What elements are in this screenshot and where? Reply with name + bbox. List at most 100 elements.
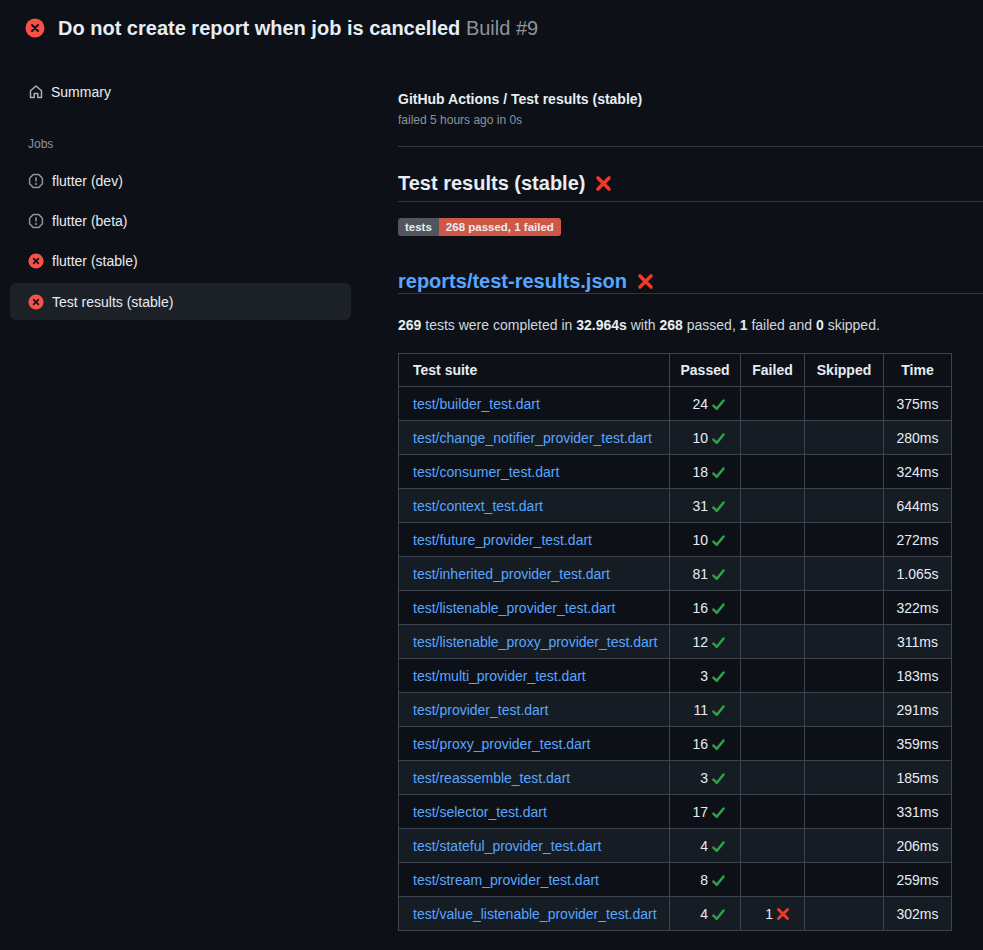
check-icon xyxy=(711,703,726,718)
test-suite-link[interactable]: test/listenable_proxy_provider_test.dart xyxy=(413,634,657,650)
test-suite-link[interactable]: test/selector_test.dart xyxy=(413,804,547,820)
check-icon xyxy=(711,805,726,820)
run-breadcrumb: GitHub Actions / Test results (stable) xyxy=(398,90,983,108)
cell-time: 183ms xyxy=(884,659,952,693)
test-suite-link[interactable]: test/inherited_provider_test.dart xyxy=(413,566,610,582)
sidebar-item-summary[interactable]: Summary xyxy=(10,77,351,107)
check-icon xyxy=(711,397,726,412)
test-suite-row: test/selector_test.dart17331ms xyxy=(399,795,952,829)
test-suite-link[interactable]: test/provider_test.dart xyxy=(413,702,548,718)
test-suite-link[interactable]: test/multi_provider_test.dart xyxy=(413,668,586,684)
cell-skipped xyxy=(805,659,884,693)
test-suite-link[interactable]: test/reassemble_test.dart xyxy=(413,770,570,786)
cell-passed: 16 xyxy=(670,727,741,761)
badge-value: 268 passed, 1 failed xyxy=(439,218,561,236)
build-number: Build #9 xyxy=(466,17,538,39)
test-suite-link[interactable]: test/consumer_test.dart xyxy=(413,464,559,480)
test-suite-link[interactable]: test/stream_provider_test.dart xyxy=(413,872,599,888)
cell-test-suite: test/builder_test.dart xyxy=(399,387,670,421)
home-icon xyxy=(28,84,44,100)
job-label: Test results (stable) xyxy=(52,294,173,310)
test-suite-row: test/consumer_test.dart18324ms xyxy=(399,455,952,489)
cell-test-suite: test/consumer_test.dart xyxy=(399,455,670,489)
cell-test-suite: test/change_notifier_provider_test.dart xyxy=(399,421,670,455)
cell-passed: 12 xyxy=(670,625,741,659)
test-suite-row: test/builder_test.dart24375ms xyxy=(399,387,952,421)
cell-time: 185ms xyxy=(884,761,952,795)
divider xyxy=(398,146,983,147)
cell-time: 331ms xyxy=(884,795,952,829)
cell-failed xyxy=(741,387,805,421)
test-suite-link[interactable]: test/value_listenable_provider_test.dart xyxy=(413,906,657,922)
cell-skipped xyxy=(805,693,884,727)
cell-test-suite: test/selector_test.dart xyxy=(399,795,670,829)
cell-passed: 81 xyxy=(670,557,741,591)
cell-skipped xyxy=(805,863,884,897)
test-suite-link[interactable]: test/stateful_provider_test.dart xyxy=(413,838,601,854)
test-suite-row: test/listenable_provider_test.dart16322m… xyxy=(399,591,952,625)
cell-time: 206ms xyxy=(884,829,952,863)
test-suite-link[interactable]: test/proxy_provider_test.dart xyxy=(413,736,590,752)
cell-passed: 4 xyxy=(670,829,741,863)
test-suite-link[interactable]: test/context_test.dart xyxy=(413,498,543,514)
job-label: flutter (stable) xyxy=(52,253,138,269)
check-icon xyxy=(711,907,726,922)
cell-failed: 1 xyxy=(741,897,805,931)
red-x-mark xyxy=(776,907,790,921)
build-title: Do not create report when job is cancell… xyxy=(58,17,460,39)
cell-skipped xyxy=(805,489,884,523)
cancelled-stop-icon xyxy=(28,213,44,229)
section-heading: Test results (stable) xyxy=(398,171,983,202)
cell-skipped xyxy=(805,591,884,625)
cell-test-suite: test/context_test.dart xyxy=(399,489,670,523)
cell-skipped xyxy=(805,523,884,557)
test-suite-link[interactable]: test/future_provider_test.dart xyxy=(413,532,592,548)
report-link[interactable]: reports/test-results.json xyxy=(398,270,627,292)
cell-failed xyxy=(741,557,805,591)
cell-skipped xyxy=(805,761,884,795)
test-suite-row: test/stream_provider_test.dart8259ms xyxy=(399,863,952,897)
cell-skipped xyxy=(805,387,884,421)
cell-failed xyxy=(741,591,805,625)
sidebar-job-flutter-beta-[interactable]: flutter (beta) xyxy=(10,201,351,241)
cell-time: 291ms xyxy=(884,693,952,727)
cell-test-suite: test/provider_test.dart xyxy=(399,693,670,727)
cell-failed xyxy=(741,455,805,489)
jobs-list: flutter (dev)flutter (beta) flutter (stab… xyxy=(10,161,351,320)
test-suite-link[interactable]: test/listenable_provider_test.dart xyxy=(413,600,615,616)
badge-label: tests xyxy=(398,218,439,236)
test-suite-row: test/provider_test.dart 11 291ms xyxy=(399,693,952,727)
test-suite-link[interactable]: test/builder_test.dart xyxy=(413,396,540,412)
cell-skipped xyxy=(805,557,884,591)
run-meta: failed 5 hours ago in 0s xyxy=(398,112,983,128)
cell-time: 311ms xyxy=(884,625,952,659)
check-icon xyxy=(711,601,726,616)
check-icon xyxy=(711,499,726,514)
cell-time: 259ms xyxy=(884,863,952,897)
col-skipped: Skipped xyxy=(805,354,884,387)
cell-failed xyxy=(741,795,805,829)
cell-time: 1.065s xyxy=(884,557,952,591)
jobs-section-label: Jobs xyxy=(28,137,351,151)
cell-time: 322ms xyxy=(884,591,952,625)
cancelled-stop-icon xyxy=(28,173,44,189)
test-suite-link[interactable]: test/change_notifier_provider_test.dart xyxy=(413,430,652,446)
red-x-mark xyxy=(595,175,612,192)
cell-test-suite: test/stream_provider_test.dart xyxy=(399,863,670,897)
test-suite-row: test/listenable_proxy_provider_test.dart… xyxy=(399,625,952,659)
cell-failed xyxy=(741,693,805,727)
main-content: GitHub Actions / Test results (stable) f… xyxy=(398,40,983,931)
check-icon xyxy=(711,431,726,446)
cell-failed xyxy=(741,523,805,557)
sidebar-job-flutter-dev-[interactable]: flutter (dev) xyxy=(10,161,351,201)
sidebar-job-flutter-stable-[interactable]: flutter (stable) xyxy=(10,241,351,281)
check-icon xyxy=(711,873,726,888)
cell-passed: 3 xyxy=(670,761,741,795)
test-suite-row: test/inherited_provider_test.dart 81 1.065… xyxy=(399,557,952,591)
cell-time: 272ms xyxy=(884,523,952,557)
x-circle-icon xyxy=(28,253,44,269)
cell-passed: 31 xyxy=(670,489,741,523)
cell-passed: 11 xyxy=(670,693,741,727)
cell-test-suite: test/reassemble_test.dart xyxy=(399,761,670,795)
sidebar-job-test-results-stable-[interactable]: Test results (stable) xyxy=(10,283,351,320)
